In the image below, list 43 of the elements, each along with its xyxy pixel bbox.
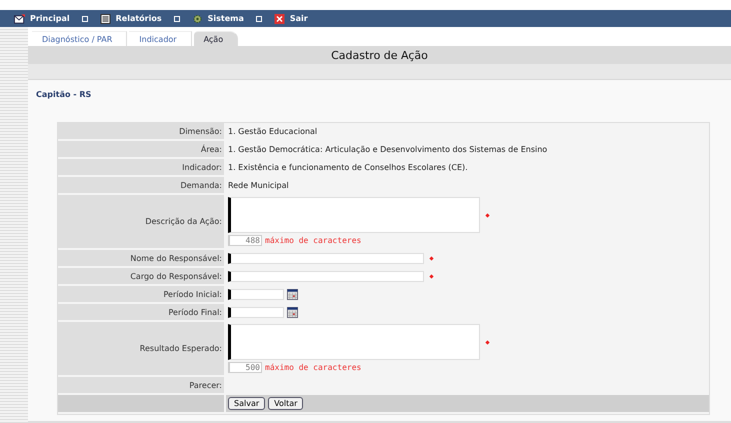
field-value: Rede Municipal bbox=[228, 180, 289, 190]
menu-item[interactable]: Sistema bbox=[192, 14, 244, 24]
field-label: Parecer: bbox=[189, 380, 222, 390]
gear-icon bbox=[192, 14, 203, 24]
field-label: Descrição da Ação: bbox=[145, 217, 222, 226]
calendar-icon[interactable] bbox=[287, 306, 298, 318]
field-label: Dimensão: bbox=[179, 126, 222, 136]
tab[interactable]: Ação bbox=[194, 31, 238, 46]
bullet-icon bbox=[256, 16, 262, 22]
bullet-icon bbox=[82, 16, 88, 22]
field-label: Indicador: bbox=[182, 162, 222, 172]
menu-item[interactable]: Relatórios bbox=[100, 14, 162, 24]
field-value: 1. Gestão Educacional bbox=[228, 126, 318, 136]
close-icon bbox=[274, 14, 285, 24]
menu-item[interactable]: Sair bbox=[274, 14, 308, 24]
field-label: Nome do Responsável: bbox=[130, 254, 222, 262]
envelope-icon bbox=[14, 14, 25, 24]
counter-note: máximo de caracteres bbox=[265, 236, 362, 245]
input-field[interactable] bbox=[228, 252, 424, 264]
counter-note: máximo de caracteres bbox=[265, 363, 362, 372]
form-button[interactable]: Voltar bbox=[268, 397, 304, 410]
bullet-icon bbox=[174, 16, 180, 22]
field-label: Área: bbox=[200, 144, 222, 154]
page-title: Cadastro de Ação bbox=[331, 48, 428, 62]
character-counter: 488 bbox=[228, 235, 262, 246]
field-label: Resultado Esperado: bbox=[140, 344, 222, 353]
field-label: Período Final: bbox=[168, 308, 222, 316]
form-button[interactable]: Salvar bbox=[228, 397, 266, 410]
date-field[interactable] bbox=[228, 306, 284, 318]
input-field[interactable] bbox=[228, 270, 424, 282]
document-icon bbox=[100, 14, 111, 24]
field-label: Período Inicial: bbox=[164, 290, 222, 298]
field-label: Cargo do Responsável: bbox=[130, 272, 222, 280]
menu-item[interactable]: Principal bbox=[14, 14, 70, 24]
field-label: Demanda: bbox=[180, 180, 222, 190]
tab[interactable]: Diagnóstico / PAR bbox=[32, 31, 128, 46]
tab[interactable]: Indicador bbox=[129, 31, 192, 46]
location-heading: Capitão - RS bbox=[35, 89, 92, 101]
date-field[interactable] bbox=[228, 288, 284, 300]
field-value: 1. Existência e funcionamento de Conselhos Escolares (CE). bbox=[228, 162, 468, 172]
calendar-icon[interactable] bbox=[287, 288, 298, 300]
character-counter: 500 bbox=[228, 362, 262, 373]
field-value: 1. Gestão Democrática: Articulação e Desenvolvimento dos Sistemas de Ensino bbox=[228, 144, 548, 154]
